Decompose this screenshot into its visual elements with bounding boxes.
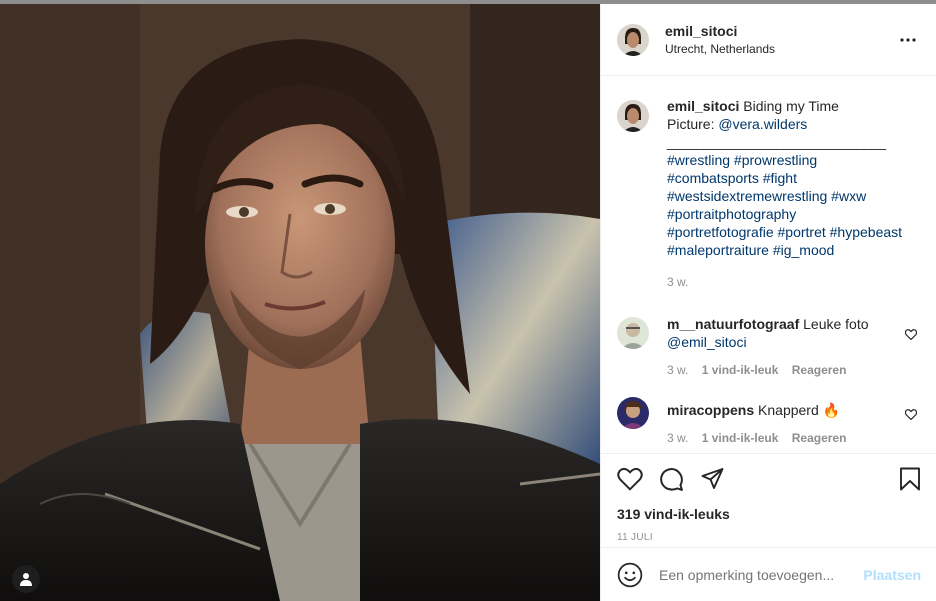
caption: emil_sitoci Biding my Time Picture: @ver… [617,93,921,291]
comment-item: miracoppens Knapperd 🔥 3 w. 1 vind-ik-le… [617,397,921,447]
post-comment-button[interactable]: Plaatsen [863,567,921,583]
comment-time[interactable]: 3 w. [667,363,688,377]
likes-count[interactable]: 319 vind-ik-leuks [617,506,921,522]
more-icon [900,37,916,42]
hashtag-line[interactable]: #maleportraiture #ig_mood [667,241,921,259]
caption-time[interactable]: 3 w. [667,275,688,289]
share-button[interactable] [700,467,725,491]
commenter-avatar[interactable] [617,397,649,429]
commenter-avatar[interactable] [617,317,649,349]
heart-icon [904,409,918,421]
caption-text: Biding my Time [743,98,839,114]
portrait-illustration [0,4,600,601]
comment-reply-button[interactable]: Reageren [792,431,847,445]
comment-likes[interactable]: 1 vind-ik-leuk [702,431,779,445]
caption-picture-label: Picture: [667,116,715,132]
caption-avatar[interactable] [617,100,649,132]
comment-item: m__natuurfotograaf Leuke foto @emil_sito… [617,315,921,379]
author-avatar[interactable] [617,23,649,56]
hashtag-line[interactable]: #westsidextremewrestling #wxw [667,187,921,205]
comment-mention-link[interactable]: @emil_sitoci [667,333,921,351]
author-avatar-image [617,23,649,56]
author-username[interactable]: emil_sitoci [665,23,896,39]
caption-avatar-image [617,100,649,132]
comment-username[interactable]: miracoppens [667,402,754,418]
user-tag-button[interactable] [12,565,40,593]
comment-username[interactable]: m__natuurfotograaf [667,316,799,332]
comment-like-button[interactable] [904,407,918,423]
comment-icon [660,467,683,491]
caption-mention-link[interactable]: @vera.wilders [718,116,807,132]
comment-likes[interactable]: 1 vind-ik-leuk [702,363,779,377]
comment-time[interactable]: 3 w. [667,431,688,445]
post-photo[interactable] [0,4,600,601]
comment-text: Knapperd 🔥 [758,402,841,418]
user-tag-icon [20,573,32,586]
emoji-button[interactable] [617,562,643,588]
comment-button[interactable] [659,467,684,492]
post-actions: 319 vind-ik-leuks 11 JULI [601,453,936,543]
post-location[interactable]: Utrecht, Netherlands [665,42,896,56]
comment-reply-button[interactable]: Reageren [792,363,847,377]
comment-like-button[interactable] [904,327,918,343]
share-icon [701,468,724,489]
commenter-avatar-image [617,317,649,349]
commenter-avatar-image [617,397,649,429]
hashtag-line[interactable]: #portraitphotography [667,205,921,223]
hashtag-line[interactable]: #portretfotografie #portret #hypebeast [667,223,921,241]
hashtag-line[interactable]: #combatsports #fight [667,169,921,187]
post-side-panel: emil_sitoci Utrecht, Netherlands emil_si… [600,4,936,601]
heart-icon [904,329,918,341]
comment-input[interactable] [659,566,864,583]
save-button[interactable] [899,467,921,491]
post-date[interactable]: 11 JULI [617,532,921,543]
bookmark-icon [900,467,920,491]
post-header: emil_sitoci Utrecht, Netherlands [601,4,936,76]
caption-separator: ______________________________ [667,134,886,150]
more-options-button[interactable] [896,28,920,52]
caption-username[interactable]: emil_sitoci [667,98,739,114]
add-comment-bar: Plaatsen [601,547,936,601]
comment-text: Leuke foto [803,316,869,332]
hashtag-line[interactable]: #wrestling #prowrestling [667,151,921,169]
comments-list[interactable]: emil_sitoci Biding my Time Picture: @ver… [601,77,936,453]
heart-icon [617,467,643,491]
like-button[interactable] [617,467,643,491]
emoji-icon [617,562,643,587]
